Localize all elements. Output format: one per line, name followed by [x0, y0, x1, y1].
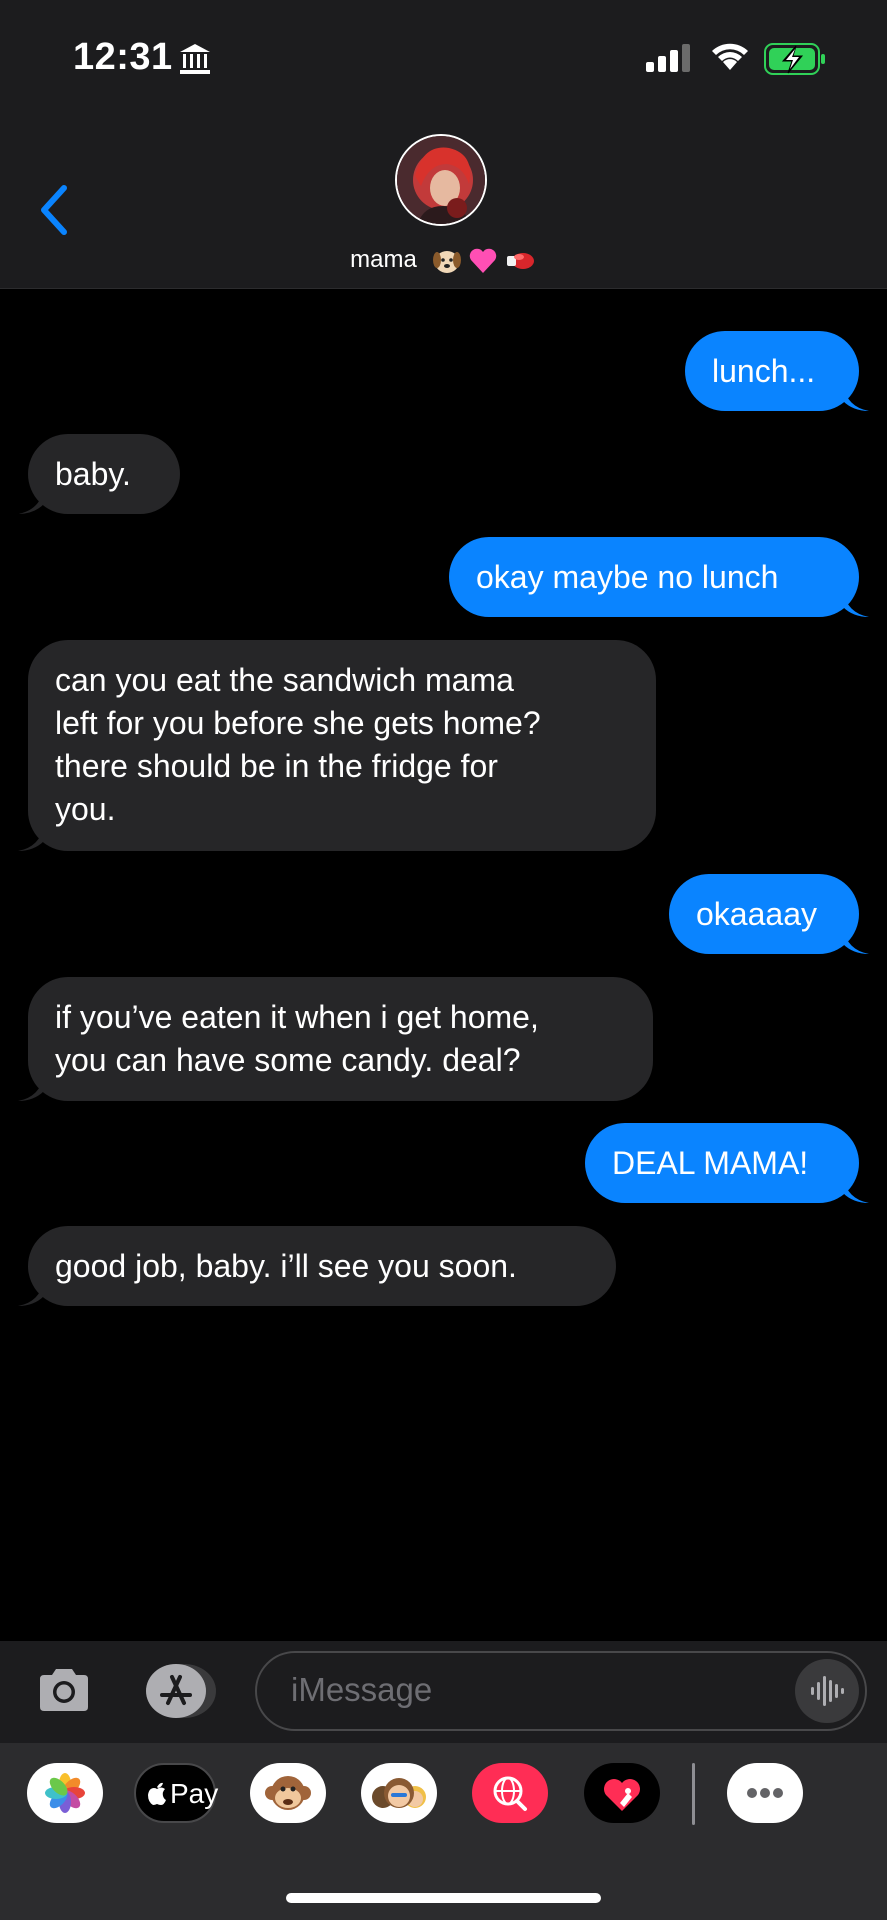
- apple-pay-app-icon[interactable]: Pay: [134, 1763, 219, 1823]
- contact-name: mama: [350, 246, 417, 273]
- app-store-icon[interactable]: [142, 1663, 218, 1719]
- monkey-face-icon: [265, 1776, 311, 1810]
- message-bubble-outgoing[interactable]: okaaaay: [669, 874, 869, 954]
- message-bubble-incoming[interactable]: baby.: [18, 434, 180, 514]
- back-button[interactable]: [34, 180, 74, 240]
- message-input[interactable]: iMessage: [255, 1651, 867, 1731]
- bubble-tail: [18, 1280, 44, 1306]
- audio-waveform-icon: [811, 1676, 844, 1706]
- bank-icon: [180, 44, 210, 74]
- audio-message-button[interactable]: [795, 1659, 859, 1723]
- bubble-tail: [843, 591, 869, 617]
- boxing-glove-emoji: [506, 252, 534, 269]
- memoji-app-icon[interactable]: [361, 1763, 437, 1823]
- message-bubble-outgoing[interactable]: lunch...: [685, 331, 869, 411]
- camera-icon[interactable]: [36, 1665, 92, 1715]
- signal-icon: [646, 44, 690, 72]
- dog-face-emoji: [432, 250, 461, 273]
- message-text: okay maybe no lunch: [476, 559, 779, 595]
- digital-touch-app-icon[interactable]: [584, 1763, 660, 1823]
- ellipsis-icon: [747, 1788, 783, 1798]
- message-bubble-incoming[interactable]: good job, baby. i’ll see you soon.: [18, 1226, 616, 1306]
- message-text: DEAL MAMA!: [612, 1145, 809, 1181]
- globe-search-icon: [493, 1776, 527, 1811]
- message-line: you.: [55, 791, 116, 827]
- more-apps-icon[interactable]: [727, 1763, 803, 1823]
- message-composer: iMessage: [0, 1641, 887, 1743]
- message-text: baby.: [55, 456, 131, 492]
- pink-heart-emoji: [469, 248, 497, 273]
- imessage-app-drawer: Pay: [0, 1743, 887, 1920]
- message-bubble-outgoing[interactable]: DEAL MAMA!: [585, 1123, 869, 1203]
- photos-icon: [45, 1773, 85, 1813]
- heart-touch-icon: [604, 1779, 640, 1811]
- contact-name-row[interactable]: mama: [0, 246, 887, 275]
- message-line: you can have some candy. deal?: [55, 1042, 521, 1078]
- battery-charging-icon: [764, 43, 825, 75]
- message-line: can you eat the sandwich mama: [55, 662, 514, 698]
- bubble-tail: [18, 1075, 44, 1101]
- message-line: if you’ve eaten it when i get home,: [55, 999, 539, 1035]
- apple-pay-label: Pay: [170, 1778, 219, 1809]
- contact-avatar[interactable]: [395, 134, 487, 226]
- message-bubble-outgoing[interactable]: okay maybe no lunch: [449, 537, 869, 617]
- message-line: left for you before she gets home?: [55, 705, 541, 741]
- bubble-tail: [843, 928, 869, 954]
- memoji-faces-icon: [372, 1778, 426, 1808]
- status-bar: 12:31: [0, 0, 887, 110]
- avatar-image: [397, 136, 485, 224]
- home-indicator[interactable]: [286, 1893, 601, 1903]
- bubble-tail: [18, 825, 44, 851]
- message-text: okaaaay: [696, 896, 817, 932]
- message-text: lunch...: [712, 353, 816, 389]
- status-time: 12:31: [73, 36, 173, 78]
- message-text: good job, baby. i’ll see you soon.: [55, 1248, 517, 1284]
- message-bubble-incoming[interactable]: if you’ve eaten it when i get home, you …: [18, 977, 653, 1101]
- message-thread[interactable]: lunch... baby. okay maybe no lunch can y…: [0, 289, 887, 1641]
- bubble-tail: [843, 385, 869, 411]
- message-bubble-incoming[interactable]: can you eat the sandwich mama left for y…: [18, 640, 656, 851]
- image-search-app-icon[interactable]: [472, 1763, 548, 1823]
- photos-app-icon[interactable]: [27, 1763, 103, 1823]
- app-drawer-divider: [692, 1763, 695, 1825]
- apple-logo-icon: [148, 1782, 166, 1805]
- message-input-placeholder: iMessage: [291, 1671, 433, 1708]
- conversation-header: mama: [0, 110, 887, 289]
- bubble-tail: [843, 1177, 869, 1203]
- animoji-app-icon[interactable]: [250, 1763, 326, 1823]
- bubble-tail: [18, 488, 44, 514]
- message-line: there should be in the fridge for: [55, 748, 498, 784]
- wifi-icon: [712, 43, 748, 70]
